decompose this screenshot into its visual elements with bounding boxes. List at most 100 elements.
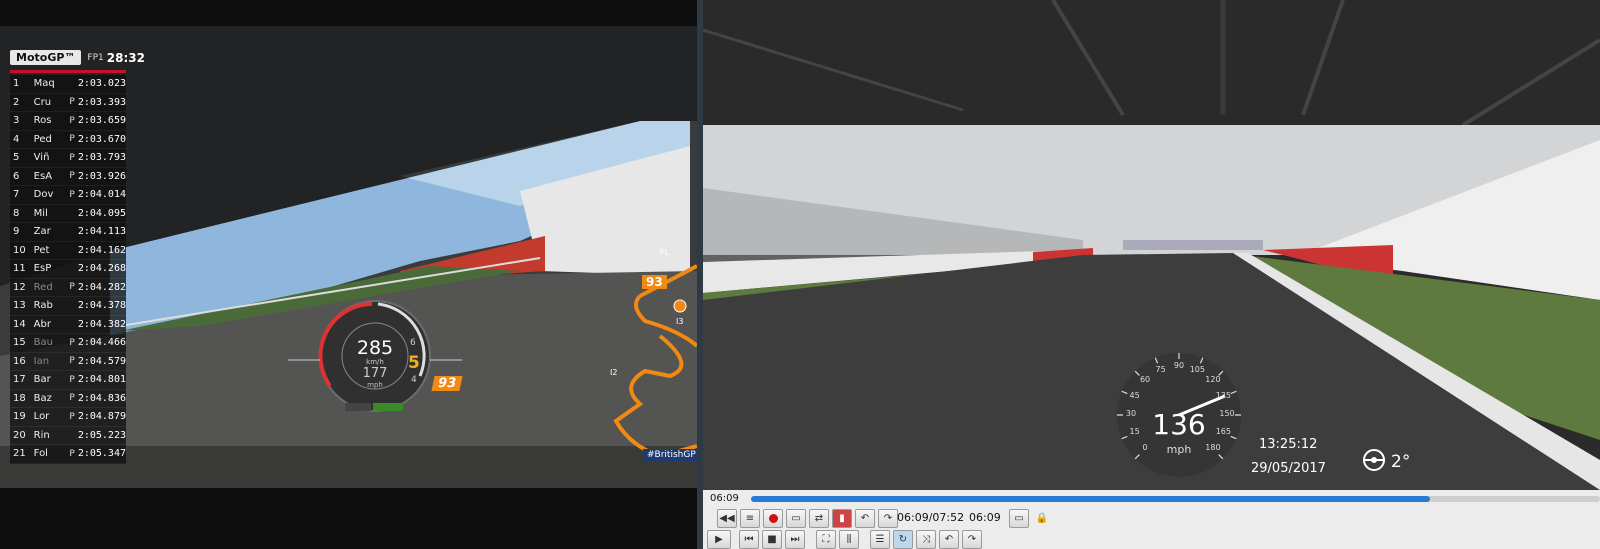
timing-row: 17 Bar P 2:04.801 [10, 371, 126, 390]
timing-pos: 15 [13, 337, 26, 349]
left-video-frame: MotoGP™ FP1 28:32 1 Maq 2:03.023 2 Cru P 2:03.… [0, 26, 697, 488]
timing-rider: Rin [33, 429, 50, 441]
timing-lap: 2:04.162 [77, 244, 126, 256]
timing-row: 2 Cru P 2:03.393 [10, 93, 126, 112]
timing-lap: 2:03.793 [77, 152, 126, 164]
timing-pit: P [69, 152, 75, 163]
header-divider [10, 70, 126, 73]
timing-row: 21 Fol P 2:05.347 [10, 445, 126, 464]
dial-tick-label: 30 [1125, 409, 1137, 418]
timing-pit: P [69, 448, 75, 459]
map-rider-number: 93 [642, 275, 667, 289]
timing-pos: 20 [13, 429, 26, 441]
dial-tick-label: 75 [1155, 364, 1166, 374]
right-video-frame: 0 15 30 45 60 75 90 105 120 135 150 165 180 136 mph … [703, 0, 1600, 490]
dial-tick-label: 180 [1205, 442, 1221, 452]
frame-step-button[interactable]: ▮ [832, 509, 852, 528]
equalizer-button[interactable]: ≡ [740, 509, 760, 528]
snapshot-button[interactable]: ▭ [786, 509, 806, 528]
timing-pit: P [69, 134, 75, 145]
timing-lap: 2:04.113 [77, 226, 126, 238]
playlist-button[interactable]: ☰ [870, 530, 890, 549]
screen-button[interactable]: ▭ [1009, 509, 1029, 528]
gauge-rider-number: 93 [431, 376, 463, 391]
timing-pos: 3 [13, 115, 20, 127]
timing-row: 19 Lor P 2:04.879 [10, 408, 126, 427]
record-button[interactable] [763, 509, 783, 528]
timing-pos: 17 [13, 374, 26, 386]
timing-lap: 2:05.223 [77, 429, 126, 441]
timing-rider: Ped [33, 133, 52, 145]
gauge-mph-unit: mph [367, 381, 383, 389]
timing-row: 11 EsP 2:04.268 [10, 260, 126, 279]
timing-pos: 18 [13, 392, 26, 404]
timing-row: 14 Abr 2:04.382 [10, 315, 126, 334]
extended-settings-button[interactable]: ⫼ [839, 530, 859, 549]
timing-lap: 2:04.836 [77, 392, 126, 404]
timing-pos: 8 [13, 207, 20, 219]
hashtag-badge: #BritishGP [643, 449, 697, 461]
loop-ab-button[interactable]: ⇄ [809, 509, 829, 528]
timing-lap: 2:04.466 [77, 337, 126, 349]
clock-date: 29/05/2017 [1251, 461, 1326, 476]
gauge-kmh-unit: km/h [366, 358, 384, 366]
timing-row: 5 Viñ P 2:03.793 [10, 149, 126, 168]
timing-rider: EsA [33, 170, 53, 182]
timing-rider: Ros [33, 115, 52, 127]
timing-row: 8 Mil 2:04.095 [10, 204, 126, 223]
left-video-pane: MotoGP™ FP1 28:32 1 Maq 2:03.023 2 Cru P 2:03.… [0, 0, 697, 549]
timing-rider: Mil [33, 207, 48, 219]
timing-lap: 2:04.801 [77, 374, 126, 386]
timing-lap: 2:03.393 [77, 96, 126, 108]
timing-lap: 2:04.095 [77, 207, 126, 219]
timing-row: 3 Ros P 2:03.659 [10, 112, 126, 131]
timing-pos: 21 [13, 448, 26, 460]
timing-row: 6 EsA P 2:03.926 [10, 167, 126, 186]
previous-button[interactable]: ⏮ [739, 530, 759, 549]
play-button[interactable]: ▶ [707, 530, 731, 549]
timing-pos: 13 [13, 300, 26, 312]
frame-back-button[interactable]: ◀◀ [717, 509, 737, 528]
timing-row: 1 Maq 2:03.023 [10, 75, 126, 94]
player-controls: 06:09 ◀◀ ≡ ▭ ⇄ ▮ ↶ ↷ 06:09/07:52 06:09 ▭… [703, 490, 1600, 549]
timing-lap: 2:04.268 [77, 263, 126, 275]
timing-row: 7 Dov P 2:04.014 [10, 186, 126, 205]
rewind-button[interactable]: ↶ [939, 530, 959, 549]
session-clock: 28:32 [106, 50, 145, 65]
fullscreen-button[interactable]: ⛶ [816, 530, 836, 549]
gauge-mph: 177 [362, 366, 388, 381]
timing-lap: 2:03.023 [77, 78, 126, 90]
elapsed-time: 06:09 [710, 493, 739, 504]
timing-rider: Ian [33, 355, 50, 367]
forward-button[interactable]: ↷ [962, 530, 982, 549]
next-button[interactable]: ⏭ [785, 530, 805, 549]
timing-rider: Red [33, 281, 53, 293]
timing-row: 10 Pet 2:04.162 [10, 241, 126, 260]
seek-bar[interactable] [751, 496, 1600, 502]
redo-button[interactable]: ↷ [878, 509, 898, 528]
lock-icon[interactable]: 🔒 [1032, 509, 1052, 528]
record-icon [768, 514, 778, 523]
loop-button[interactable]: ↻ [893, 530, 913, 549]
timing-lap: 2:04.014 [77, 189, 126, 201]
stop-button[interactable]: ■ [762, 530, 782, 549]
right-video-pane: 0 15 30 45 60 75 90 105 120 135 150 165 180 136 mph … [703, 0, 1600, 549]
current-time: 06:09 [969, 511, 1001, 524]
seek-bar-fill [751, 496, 1431, 502]
timing-rider: Abr [33, 318, 51, 330]
timing-row: 20 Rin 2:05.223 [10, 426, 126, 445]
timing-pos: 19 [13, 411, 26, 423]
dial-tick-label: 90 [1173, 361, 1185, 370]
timing-row: 12 Red P 2:04.282 [10, 278, 126, 297]
timing-lap: 2:03.926 [77, 170, 126, 182]
timing-pos: 5 [13, 152, 20, 164]
gear-current: 5 [408, 353, 420, 373]
timing-lap: 2:03.659 [77, 115, 126, 127]
timing-rider: Fol [33, 448, 48, 460]
timing-row: 16 Ian P 2:04.579 [10, 352, 126, 371]
timing-pit: P [69, 282, 75, 293]
undo-button[interactable]: ↶ [855, 509, 875, 528]
clock-time: 13:25:12 [1259, 437, 1318, 452]
timing-rider: Cru [33, 96, 52, 108]
shuffle-button[interactable]: ⤨ [916, 530, 936, 549]
